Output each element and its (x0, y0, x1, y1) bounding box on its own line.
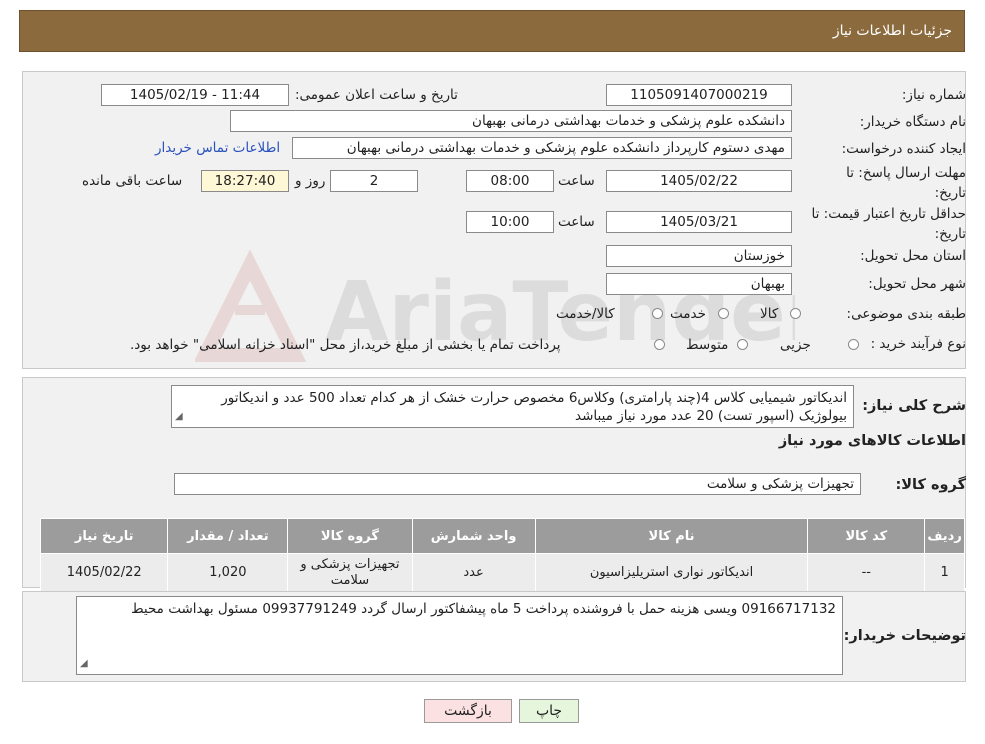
print-button[interactable]: چاپ (519, 699, 579, 723)
deadline-date-field: 1405/02/22 (606, 170, 792, 192)
announce-label: تاریخ و ساعت اعلان عمومی: (295, 87, 458, 103)
col-header-name: نام کالا (534, 518, 809, 554)
deadline-time-label: ساعت (558, 173, 595, 189)
creator-label: ایجاد کننده درخواست: (841, 141, 966, 157)
buyer-notes-text: 09166717132 ویسی هزینه حمل با فروشنده پر… (131, 601, 836, 617)
days-remaining-field: 2 (330, 170, 418, 192)
process-option-medium: متوسط (686, 337, 729, 353)
category-option-goods: کالا (760, 306, 779, 322)
cell-row-number: 1 (924, 553, 965, 593)
buyer-notes-textarea[interactable]: 09166717132 ویسی هزینه حمل با فروشنده پر… (76, 596, 843, 675)
col-header-quantity: تعداد / مقدار (167, 518, 289, 554)
col-header-group: گروه کالا (287, 518, 413, 554)
goods-info-title: اطلاعات کالاهای مورد نیاز (778, 433, 966, 449)
back-button[interactable]: بازگشت (424, 699, 512, 723)
table-header-row: ردیف کد کالا نام کالا واحد شمارش گروه کا… (39, 518, 965, 554)
category-option-goods-service: کالا/خدمت (556, 306, 615, 322)
col-header-row-number: ردیف (924, 518, 965, 554)
col-header-date: تاریخ نیاز (39, 518, 169, 554)
remaining-time-field: 18:27:40 (201, 170, 289, 192)
buyer-org-label: نام دستگاه خریدار: (859, 114, 966, 130)
description-label: شرح کلی نیاز: (862, 398, 966, 414)
need-number-label: شماره نیاز: (901, 87, 966, 103)
remaining-time-label: ساعت باقی مانده (82, 173, 183, 189)
validity-label: حداقل تاریخ اعتبار قیمت: تا تاریخ: (811, 206, 966, 242)
page-header: جزئیات اطلاعات نیاز (19, 10, 965, 52)
col-header-code: کد کالا (807, 518, 926, 554)
cell-unit: عدد (411, 553, 536, 593)
validity-date-field: 1405/03/21 (606, 211, 792, 233)
city-field: بهبهان (606, 273, 792, 295)
cell-group: تجهیزات پزشکی و سلامت (287, 553, 413, 593)
table-row: 1 -- اندیکاتور نواری استریلیزاسیون عدد ت… (39, 553, 965, 593)
description-text: اندیکاتور شیمیایی کلاس 4(چند پارامتری) و… (221, 390, 847, 424)
category-label: طبقه بندی موضوعی: (846, 306, 966, 322)
province-field: خوزستان (606, 245, 792, 267)
province-label: استان محل تحویل: (860, 248, 966, 264)
buyer-notes-label: توضیحات خریدار: (843, 628, 966, 644)
category-option-service: خدمت (670, 306, 706, 322)
resize-grip-icon[interactable]: ◢ (80, 655, 88, 673)
validity-time-field: 10:00 (466, 211, 554, 233)
category-radio-service[interactable] (718, 308, 729, 319)
days-label: روز و (295, 173, 326, 189)
col-header-unit: واحد شمارش (411, 518, 536, 554)
city-label: شهر محل تحویل: (868, 276, 966, 292)
announce-datetime-field: 1405/02/19 - 11:44 (101, 84, 289, 106)
items-table: ردیف کد کالا نام کالا واحد شمارش گروه کا… (39, 518, 965, 593)
goods-group-label: گروه کالا: (895, 477, 966, 493)
resize-grip-icon[interactable]: ◢ (175, 408, 183, 426)
process-radio-medium[interactable] (737, 339, 748, 350)
buyer-contact-link[interactable]: اطلاعات تماس خریدار (155, 140, 280, 156)
cell-code: -- (807, 553, 926, 593)
goods-group-field: تجهیزات پزشکی و سلامت (174, 473, 861, 495)
validity-time-label: ساعت (558, 214, 595, 230)
deadline-time-field: 08:00 (466, 170, 554, 192)
category-radio-goods-service[interactable] (652, 308, 663, 319)
cell-quantity: 1,020 (167, 553, 289, 593)
category-radio-goods[interactable] (790, 308, 801, 319)
process-radio-treasury[interactable] (654, 339, 665, 350)
process-note: پرداخت تمام یا بخشی از مبلغ خرید،از محل … (130, 337, 561, 353)
page-title: جزئیات اطلاعات نیاز (832, 23, 952, 39)
process-label: نوع فرآیند خرید : (870, 336, 966, 352)
description-textarea[interactable]: اندیکاتور شیمیایی کلاس 4(چند پارامتری) و… (171, 385, 854, 428)
creator-field: مهدی دستوم کارپرداز دانشکده علوم پزشکی و… (292, 137, 792, 159)
buyer-org-field: دانشکده علوم پزشکی و خدمات بهداشتی درمان… (230, 110, 792, 132)
cell-date: 1405/02/22 (39, 553, 169, 593)
process-option-minor: جزیی (780, 337, 811, 353)
deadline-label: مهلت ارسال پاسخ: تا تاریخ: (846, 165, 966, 201)
cell-name: اندیکاتور نواری استریلیزاسیون (534, 553, 809, 593)
process-radio-minor[interactable] (848, 339, 859, 350)
need-number-field: 1105091407000219 (606, 84, 792, 106)
